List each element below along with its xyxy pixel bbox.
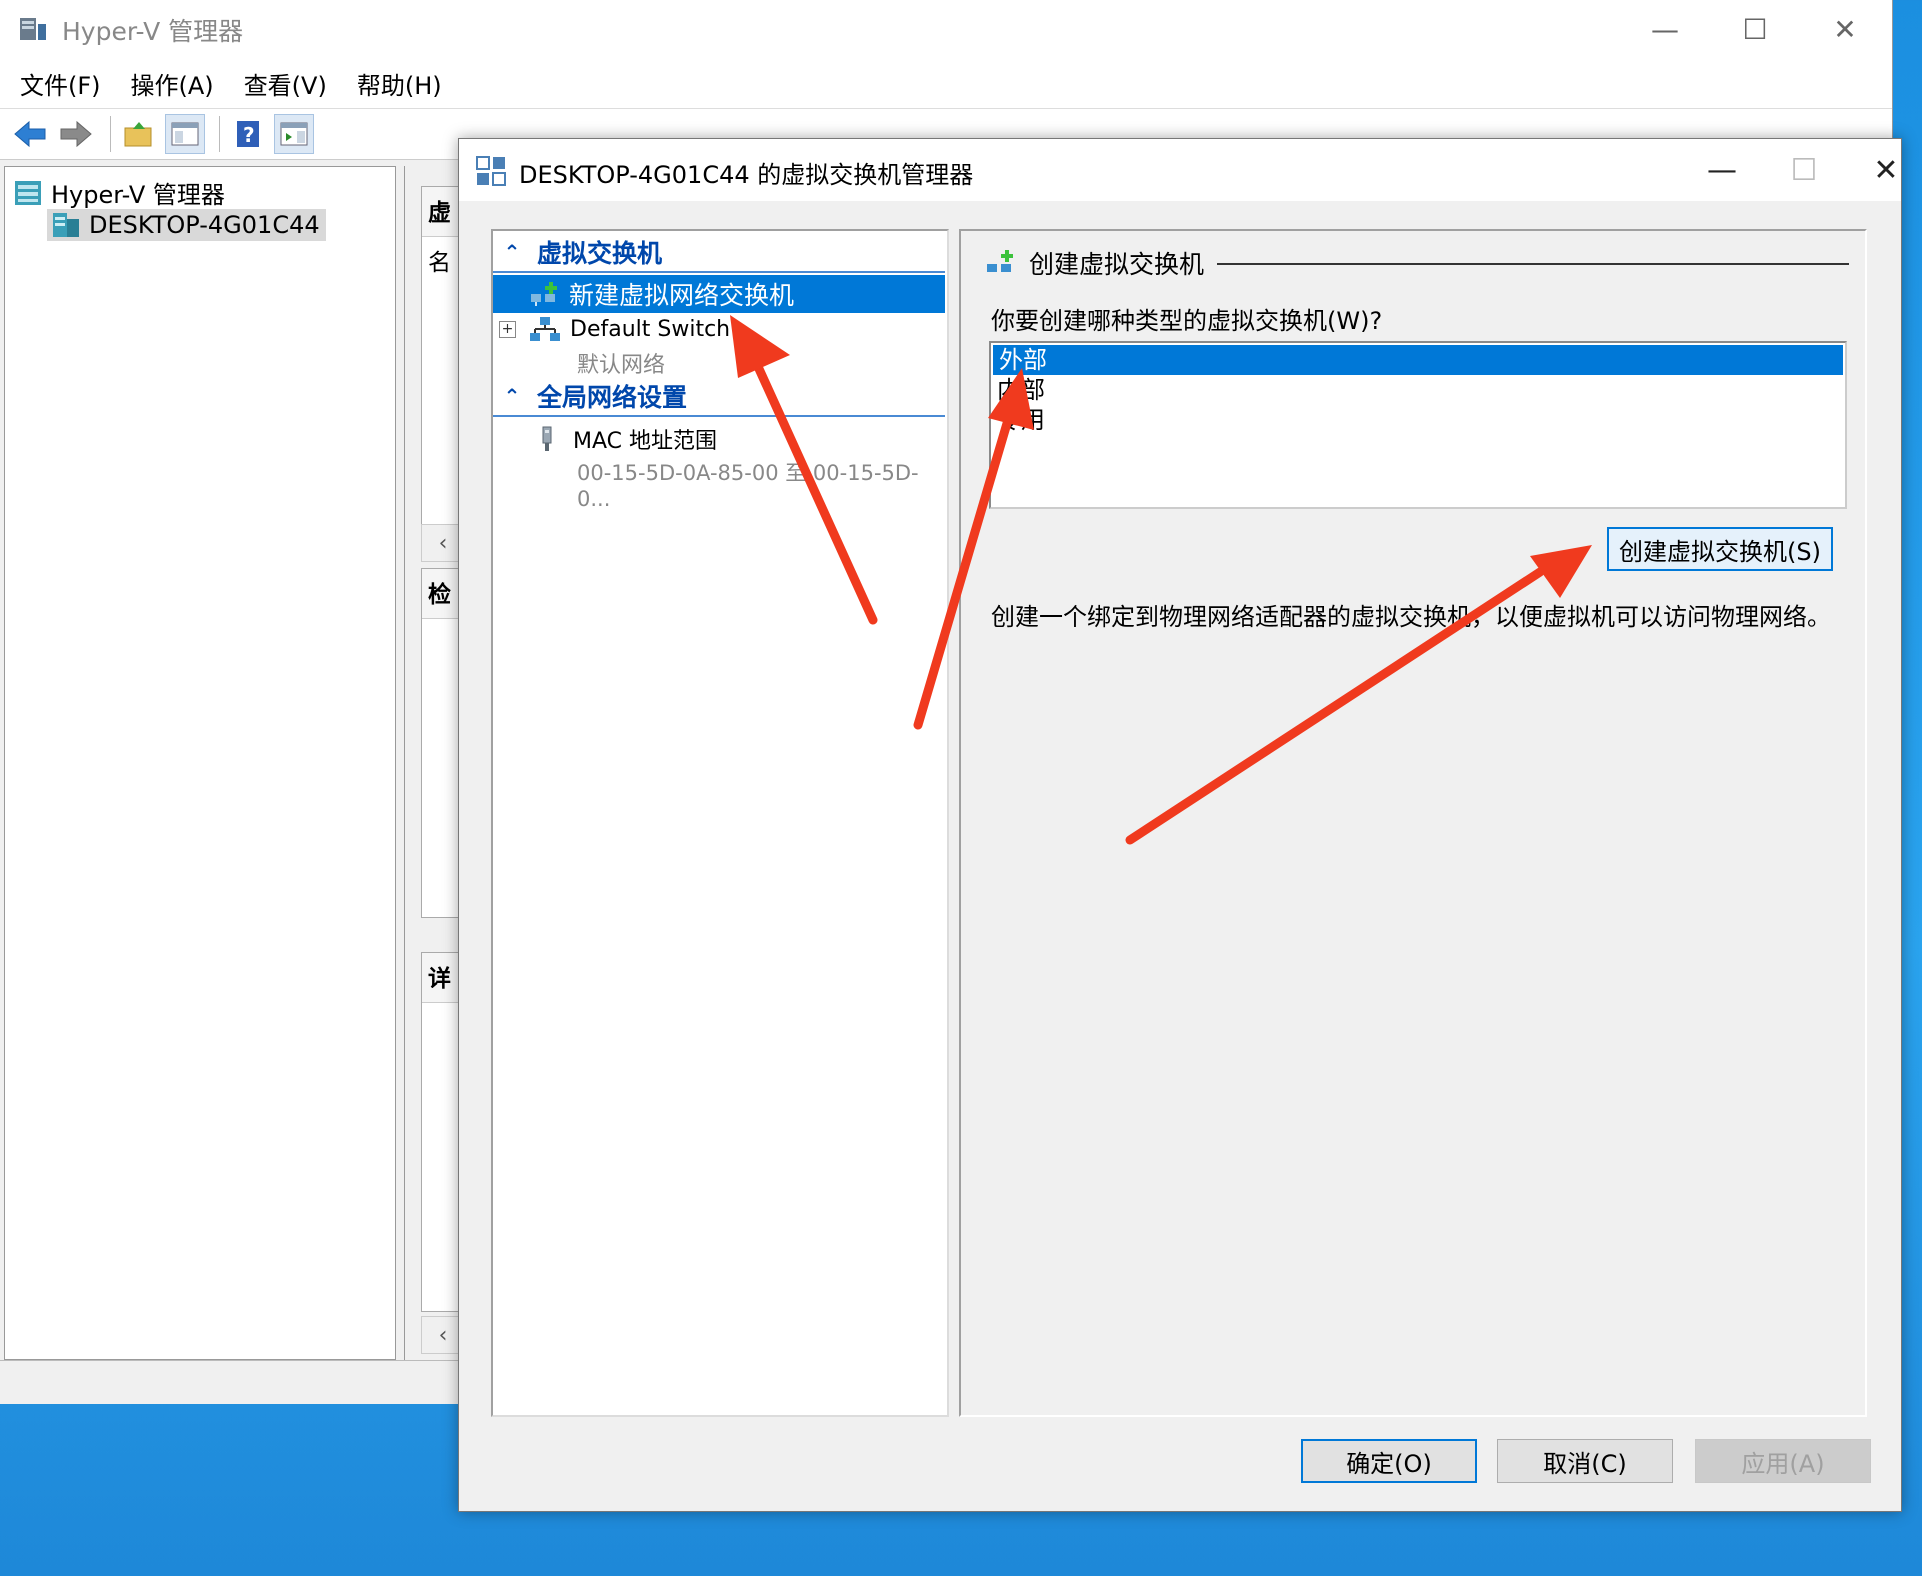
detail-heading: 创建虚拟交换机: [983, 245, 1204, 281]
back-arrow-icon[interactable]: [10, 114, 50, 154]
new-switch-icon: [531, 282, 557, 306]
default-switch-subtitle: 默认网络: [577, 353, 666, 378]
menu-view[interactable]: 查看(V): [244, 66, 327, 101]
new-switch-icon: [987, 250, 1013, 272]
switch-type-listbox[interactable]: 外部 内部 专用: [989, 341, 1847, 509]
help-icon[interactable]: ?: [228, 114, 268, 154]
dialog-titlebar: DESKTOP-4G01C44 的虚拟交换机管理器 — ☐ ✕: [459, 139, 1901, 201]
collapse-chevron-icon[interactable]: ⌃: [497, 384, 527, 408]
close-icon[interactable]: ✕: [1841, 139, 1922, 201]
tree-item-hyperv-manager[interactable]: Hyper-V 管理器: [13, 175, 225, 210]
apply-button: 应用(A): [1695, 1439, 1871, 1483]
nav-label-mac-range: MAC 地址范围: [573, 429, 717, 454]
main-window-title: Hyper-V 管理器: [62, 17, 244, 46]
virtual-switch-manager-dialog: DESKTOP-4G01C44 的虚拟交换机管理器 — ☐ ✕ ⌃ 虚拟交换机 …: [458, 138, 1902, 1512]
nav-label-new-switch: 新建虚拟网络交换机: [569, 281, 795, 310]
hyperv-app-icon: [20, 18, 46, 40]
ok-button[interactable]: 确定(O): [1301, 1439, 1477, 1483]
switch-type-description: 创建一个绑定到物理网络适配器的虚拟交换机，以便虚拟机可以访问物理网络。: [991, 603, 1831, 631]
nav-item-mac-address-range[interactable]: MAC 地址范围: [531, 423, 717, 455]
nav-item-new-virtual-switch[interactable]: 新建虚拟网络交换机: [493, 275, 945, 313]
show-hide-action-pane-icon[interactable]: [274, 114, 314, 154]
detail-heading-label: 创建虚拟交换机: [1029, 250, 1205, 279]
collapse-chevron-icon[interactable]: ⌃: [497, 240, 527, 264]
nav-item-default-switch[interactable]: + Default Switch: [499, 313, 730, 345]
tree-label-host: DESKTOP-4G01C44: [89, 211, 320, 239]
hyperv-manager-icon: [15, 180, 41, 205]
server-icon: [53, 213, 79, 237]
maximize-icon: ☐: [1790, 152, 1818, 188]
switch-type-option-private[interactable]: 专用: [991, 405, 1845, 435]
tree-label-root: Hyper-V 管理器: [51, 181, 225, 209]
switch-type-option-external[interactable]: 外部: [993, 345, 1843, 375]
close-icon[interactable]: ✕: [1800, 0, 1890, 58]
center-pane: 虚 名 ‹ 检 详 ‹: [404, 166, 481, 1360]
menu-file[interactable]: 文件(F): [20, 66, 101, 101]
folder-up-icon[interactable]: [119, 114, 159, 154]
svg-text:?: ?: [243, 123, 255, 147]
show-hide-console-tree-icon[interactable]: [165, 114, 205, 154]
switch-type-question: 你要创建哪种类型的虚拟交换机(W)?: [991, 307, 1383, 335]
main-titlebar: Hyper-V 管理器 — ☐ ✕: [0, 0, 1892, 58]
menu-action[interactable]: 操作(A): [131, 66, 214, 101]
minimize-icon[interactable]: —: [1620, 0, 1710, 58]
network-adapter-icon: [542, 426, 552, 451]
menu-help[interactable]: 帮助(H): [357, 66, 442, 101]
mac-range-value: 00-15-5D-0A-85-00 至 00-15-5D-0...: [577, 461, 919, 511]
nav-label-default-switch: Default Switch: [570, 316, 731, 342]
tree-item-host[interactable]: DESKTOP-4G01C44: [47, 209, 326, 241]
dialog-title: DESKTOP-4G01C44 的虚拟交换机管理器: [519, 161, 974, 189]
section-virtual-switches[interactable]: ⌃ 虚拟交换机: [493, 233, 945, 273]
forward-arrow-icon[interactable]: [56, 114, 96, 154]
switch-type-option-internal[interactable]: 内部: [991, 375, 1845, 405]
expand-plus-icon[interactable]: +: [499, 320, 516, 338]
detail-pane: 创建虚拟交换机 你要创建哪种类型的虚拟交换机(W)? 外部 内部 专用 创建虚拟…: [959, 229, 1867, 1417]
section-label: 虚拟交换机: [537, 239, 663, 268]
virtual-switch-manager-icon: [476, 156, 506, 186]
create-virtual-switch-button[interactable]: 创建虚拟交换机(S): [1607, 527, 1833, 571]
console-tree: Hyper-V 管理器 DESKTOP-4G01C44: [4, 166, 396, 1360]
section-global-network-settings[interactable]: ⌃ 全局网络设置: [493, 377, 945, 417]
heading-divider: [1217, 263, 1849, 265]
cancel-button[interactable]: 取消(C): [1497, 1439, 1673, 1483]
minimize-icon[interactable]: —: [1677, 139, 1767, 201]
toolbar-separator: [219, 116, 220, 152]
menu-bar: 文件(F) 操作(A) 查看(V) 帮助(H): [0, 58, 1892, 108]
maximize-icon[interactable]: ☐: [1710, 0, 1800, 58]
toolbar-separator: [110, 116, 111, 152]
navigation-pane: ⌃ 虚拟交换机 新建虚拟网络交换机 + Default Switch 默认网络 …: [491, 229, 949, 1417]
network-switch-icon: [530, 317, 560, 341]
section-label: 全局网络设置: [537, 383, 688, 412]
